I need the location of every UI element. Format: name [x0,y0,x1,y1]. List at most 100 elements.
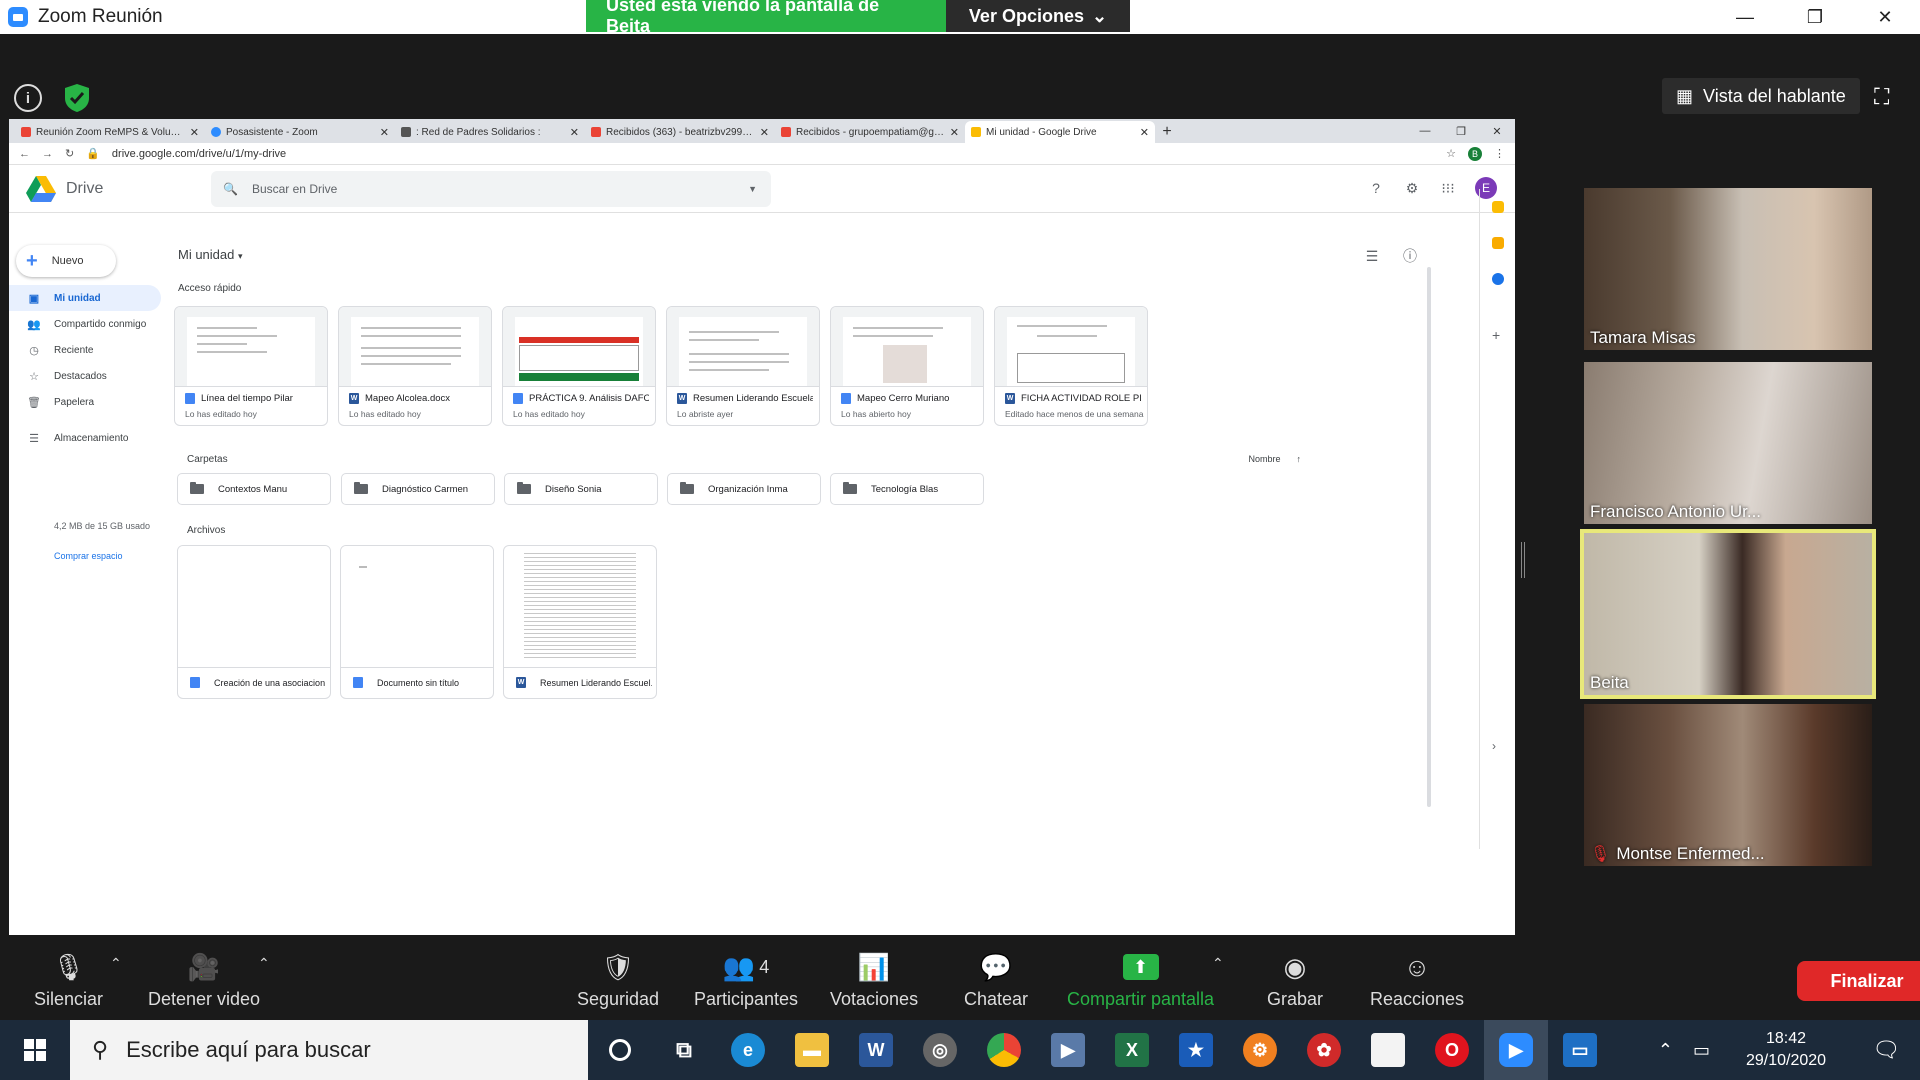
close-tab-icon[interactable]: ✕ [760,126,769,139]
sidebar-item-shared[interactable]: 👥 Compartido conmigo [9,311,161,337]
details-info-icon[interactable]: ⓘ [1401,247,1419,265]
edge-icon[interactable]: e [716,1020,780,1080]
restore-icon[interactable]: ❐ [1780,0,1850,34]
close-icon[interactable]: ✕ [1479,119,1515,143]
sidebar-item-starred[interactable]: ☆ Destacados [9,363,161,389]
browser-tab[interactable]: Recibidos - grupoempatiam@gm... ✕ [775,121,965,143]
search-options-icon[interactable]: ▼ [748,184,757,194]
folder-item[interactable]: Contextos Manu [177,473,331,505]
chat-button[interactable]: 💬 Chatear [964,945,1028,1010]
file-card[interactable]: Documento sin título [340,545,494,699]
quick-access-card[interactable]: Mapeo Cerro Muriano Lo has abierto hoy [830,306,984,426]
sidebar-item-trash[interactable]: 🗑 Papelera [9,389,161,415]
app-gear-icon[interactable]: ⚙ [1228,1020,1292,1080]
mute-button[interactable]: 🎙 Silenciar [34,945,103,1010]
participants-button[interactable]: 👥 4 Participantes [694,945,798,1010]
fullscreen-icon[interactable]: ⛶ [1874,84,1889,110]
reload-icon[interactable]: ↻ [65,147,74,160]
url-field[interactable]: drive.google.com/drive/u/1/my-drive [112,148,286,160]
app-icon[interactable]: ★ [1164,1020,1228,1080]
close-tab-icon[interactable]: ✕ [190,126,199,139]
browser-tab[interactable]: Recibidos (363) - beatrizbv2999... ✕ [585,121,775,143]
remote-desktop-icon[interactable]: ▭ [1548,1020,1612,1080]
stop-video-button[interactable]: 🎥 Detener video [148,945,260,1010]
chevron-up-icon[interactable]: ⌃ [1658,1040,1673,1061]
share-screen-button[interactable]: ⬆ Compartir pantalla [1067,945,1214,1010]
clock[interactable]: 18:42 29/10/2020 [1746,1028,1826,1072]
more-menu-icon[interactable]: ⋮ [1494,147,1505,160]
new-button[interactable]: + Nuevo [16,245,116,277]
participant-tile-active[interactable]: Beita [1580,529,1876,699]
zoom-taskbar-icon[interactable]: ▶ [1484,1020,1548,1080]
task-view-icon[interactable]: ⧉ [652,1020,716,1080]
add-addon-icon[interactable]: + [1492,327,1504,343]
folder-item[interactable]: Organización Inma [667,473,821,505]
polls-button[interactable]: 📊 Votaciones [830,945,918,1010]
notification-icon[interactable]: 🗨 [1872,1037,1900,1063]
arrow-up-icon[interactable]: ↑ [1297,454,1302,464]
taskbar-search-input[interactable]: ⚲ Escribe aquí para buscar [70,1020,588,1080]
photoscape-icon[interactable]: ◎ [908,1020,972,1080]
info-icon[interactable]: i [14,84,42,112]
panel-resize-handle[interactable] [1521,542,1525,578]
close-tab-icon[interactable]: ✕ [380,126,389,139]
breadcrumb[interactable]: Mi unidad ▾ [178,247,243,262]
document-icon[interactable] [1356,1020,1420,1080]
quick-access-card[interactable]: Línea del tiempo Pilar Lo has editado ho… [174,306,328,426]
opera-icon[interactable]: O [1420,1020,1484,1080]
file-card[interactable]: Creación de una asociacion [177,545,331,699]
sort-control[interactable]: Nombre ↑ [1248,454,1301,464]
file-explorer-icon[interactable]: ▬ [780,1020,844,1080]
encryption-shield-icon[interactable] [62,82,92,114]
tasks-icon[interactable] [1492,273,1504,285]
drive-search-input[interactable]: 🔍 Buscar en Drive ▼ [211,171,771,207]
video-options-icon[interactable]: ⌃ [258,955,270,972]
start-button[interactable] [0,1020,70,1080]
reactions-button[interactable]: ☺ Reacciones [1370,945,1464,1010]
participant-tile[interactable]: Tamara Misas [1584,188,1872,350]
record-button[interactable]: ◉ Grabar [1267,945,1323,1010]
share-options-icon[interactable]: ⌃ [1212,955,1224,972]
app-red-icon[interactable]: ✿ [1292,1020,1356,1080]
calendar-icon[interactable] [1492,201,1504,213]
back-icon[interactable]: ← [19,148,30,160]
end-meeting-button[interactable]: Finalizar [1797,961,1920,1001]
list-view-icon[interactable]: ☰ [1363,247,1381,265]
minimize-icon[interactable]: — [1710,0,1780,34]
quick-access-card[interactable]: W Resumen Liderando Escuela... Lo abriste… [666,306,820,426]
file-card[interactable]: W Resumen Liderando Escuel... [503,545,657,699]
chevron-right-icon[interactable]: › [1492,739,1504,753]
new-tab-button[interactable]: + [1155,121,1179,143]
cortana-icon[interactable] [588,1020,652,1080]
chrome-icon[interactable] [972,1020,1036,1080]
profile-avatar[interactable]: B [1468,146,1482,161]
restore-icon[interactable]: ❐ [1443,119,1479,143]
keep-icon[interactable] [1492,237,1504,249]
excel-icon[interactable]: X [1100,1020,1164,1080]
close-tab-icon[interactable]: ✕ [950,126,959,139]
word-icon[interactable]: W [844,1020,908,1080]
browser-tab[interactable]: Posasistente - Zoom ✕ [205,121,395,143]
sidebar-item-storage[interactable]: ☰ Almacenamiento [9,425,161,451]
quick-access-card[interactable]: PRÁCTICA 9. Análisis DAFO Lo has editado… [502,306,656,426]
security-button[interactable]: 🛡 Seguridad [577,945,659,1010]
sidebar-item-my-drive[interactable]: ▣ Mi unidad [9,285,161,311]
settings-icon[interactable]: ⚙ [1403,179,1421,197]
close-tab-icon[interactable]: ✕ [1140,126,1149,139]
view-options-button[interactable]: Ver Opciones ⌄ [946,0,1130,32]
folder-item[interactable]: Diseño Sonia [504,473,658,505]
participant-tile[interactable]: 🎙 Montse Enfermed... [1584,704,1872,866]
browser-tab[interactable]: Reunión Zoom ReMPS & Volunta... ✕ [15,121,205,143]
apps-grid-icon[interactable]: ⁝⁝⁝ [1439,179,1457,197]
close-tab-icon[interactable]: ✕ [570,126,579,139]
folder-item[interactable]: Diagnóstico Carmen [341,473,495,505]
star-icon[interactable]: ☆ [1446,147,1456,160]
browser-tab-active[interactable]: Mi unidad - Google Drive ✕ [965,121,1155,143]
close-icon[interactable]: ✕ [1850,0,1920,34]
sidebar-item-recent[interactable]: ◷ Reciente [9,337,161,363]
quick-access-card[interactable]: WFICHA ACTIVIDAD ROLE PLA... Editado hac… [994,306,1148,426]
quick-access-card[interactable]: W Mapeo Alcolea.docx Lo has editado hoy [338,306,492,426]
participant-tile[interactable]: Francisco Antonio Ur... [1584,362,1872,524]
folder-item[interactable]: Tecnología Blas [830,473,984,505]
speaker-view-button[interactable]: ▦ Vista del hablante [1662,78,1860,114]
